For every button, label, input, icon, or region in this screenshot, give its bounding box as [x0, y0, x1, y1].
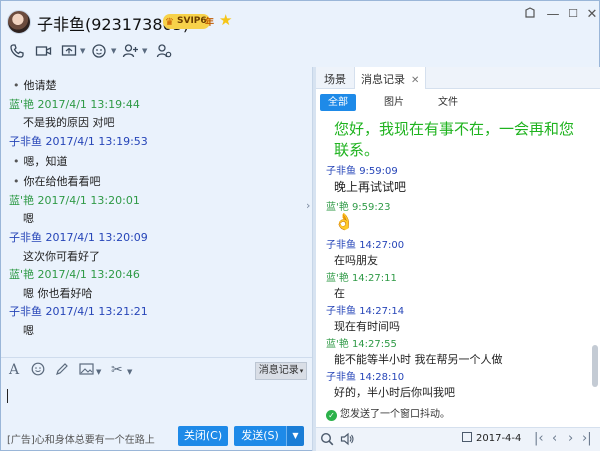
- date-picker[interactable]: 2017-4-4: [462, 432, 521, 444]
- message-text: 在: [334, 287, 345, 300]
- message-text: 在吗朋友: [334, 254, 378, 267]
- message-text: 能不能等半小时 我在帮另一个人做: [334, 353, 503, 366]
- video-icon[interactable]: [35, 43, 52, 63]
- app-icon[interactable]: [156, 43, 172, 63]
- filter-all[interactable]: 全部: [320, 94, 356, 111]
- image-icon[interactable]: [79, 362, 94, 380]
- first-page-icon[interactable]: |‹: [534, 431, 544, 446]
- close-icon[interactable]: ✕: [411, 75, 419, 86]
- close-window-button[interactable]: ✕: [583, 7, 600, 22]
- maximize-button[interactable]: ☐: [564, 7, 582, 20]
- scroll-thumb[interactable]: [592, 345, 598, 387]
- input-toolbar: A ▼ ✂ ▼ 消息记录▾: [1, 357, 312, 383]
- last-page-icon[interactable]: ›|: [582, 431, 592, 446]
- font-icon[interactable]: A: [9, 362, 19, 378]
- message-header: 子非鱼 14:28:10: [326, 372, 405, 383]
- chat-toolbar: ▼ ▼ ▼: [1, 41, 301, 65]
- message-text: 现在有时间吗: [334, 320, 400, 333]
- message-history-button[interactable]: 消息记录▾: [255, 362, 307, 380]
- message-header: 子非鱼 2017/4/1 13:19:53: [9, 135, 148, 148]
- chat-message-area[interactable]: 他请楚 蓝'艳 2017/4/1 13:19:44 不是我的原因 对吧 子非鱼 …: [1, 67, 312, 357]
- filter-files[interactable]: 文件: [436, 94, 460, 111]
- chevron-down-icon[interactable]: ▼: [127, 368, 132, 376]
- message-header: 子非鱼 9:59:09: [326, 166, 398, 177]
- minimize-button[interactable]: —: [544, 7, 562, 22]
- share-screen-icon[interactable]: [61, 43, 77, 63]
- ad-link[interactable]: [广告]心和身体总要有一个在路上: [7, 431, 155, 446]
- message-header: 子非鱼 14:27:14: [326, 306, 405, 317]
- message-header: 子非鱼 2017/4/1 13:20:09: [9, 231, 148, 244]
- history-scrollbar[interactable]: [592, 165, 598, 427]
- message-text: 你在给他看看吧: [13, 173, 101, 189]
- message-header: 子非鱼 14:27:00: [326, 240, 405, 251]
- next-page-icon[interactable]: ›: [568, 431, 573, 446]
- avatar[interactable]: [7, 10, 31, 34]
- history-panel: 场景 消息记录 ✕ 全部 图片 文件 您好，我现在有事不在，一会再和您联系。 子非…: [316, 67, 600, 451]
- chevron-down-icon[interactable]: ▼: [111, 47, 116, 55]
- chevron-right-icon[interactable]: ›: [306, 199, 310, 212]
- message-header: 蓝'艳 9:59:23: [326, 202, 391, 213]
- calendar-icon: [462, 432, 472, 442]
- message-text: 好的，半小时后你叫我吧: [334, 386, 455, 399]
- emoji-icon[interactable]: [31, 362, 45, 380]
- message-input[interactable]: [1, 383, 312, 423]
- check-icon: ✓: [326, 410, 337, 421]
- crown-icon: ♛: [165, 17, 174, 28]
- chevron-down-icon[interactable]: ▼: [80, 47, 85, 55]
- tab-scene[interactable]: 场景: [324, 71, 346, 87]
- phone-icon[interactable]: [9, 43, 25, 63]
- message-text: 嗯: [23, 212, 34, 225]
- message-header: 子非鱼 2017/4/1 13:21:21: [9, 305, 148, 318]
- send-button[interactable]: 发送(S): [234, 426, 286, 446]
- skin-icon[interactable]: [521, 7, 539, 23]
- tab-message-history[interactable]: 消息记录 ✕: [354, 67, 427, 89]
- search-icon[interactable]: [320, 432, 334, 450]
- message-text: 他请楚: [13, 77, 57, 93]
- close-button[interactable]: 关闭(C): [178, 426, 228, 446]
- message-header: 蓝'艳 2017/4/1 13:19:44: [9, 98, 140, 111]
- filter-images[interactable]: 图片: [382, 94, 406, 111]
- prev-page-icon[interactable]: ‹: [552, 431, 557, 446]
- message-header: 蓝'艳 14:27:11: [326, 273, 397, 284]
- message-text: 嗯 你也看好哈: [23, 287, 93, 300]
- chat-window: 子非鱼(923173805) ♛ SVIP6 年 ★ — ☐ ✕ ▼ ▼ ▼ •…: [0, 0, 600, 451]
- history-message-list[interactable]: 您好，我现在有事不在，一会再和您联系。 子非鱼 9:59:09 晚上再试试吧 蓝…: [316, 115, 600, 427]
- message-header: 蓝'艳 14:27:55: [326, 339, 397, 350]
- pen-icon[interactable]: [55, 362, 69, 380]
- add-contact-icon[interactable]: [122, 43, 139, 63]
- message-header: 蓝'艳 2017/4/1 13:20:46: [9, 268, 140, 281]
- send-options-button[interactable]: ▼: [286, 426, 304, 446]
- remote-assist-icon[interactable]: [91, 43, 107, 63]
- svip-year-badge: 年: [205, 18, 215, 28]
- speaker-icon[interactable]: [340, 432, 355, 450]
- message-text: 这次你可看好了: [23, 250, 100, 263]
- send-bar: [广告]心和身体总要有一个在路上 关闭(C) 发送(S) ▼: [1, 423, 312, 451]
- message-text: 嗯: [23, 324, 34, 337]
- message-text: 嗯，知道: [13, 153, 68, 169]
- message-header: 蓝'艳 2017/4/1 13:20:01: [9, 194, 140, 207]
- message-text: 晚上再试试吧: [334, 180, 407, 194]
- text-cursor: [7, 389, 8, 403]
- message-text: 不是我的原因 对吧: [23, 116, 115, 129]
- star-icon[interactable]: ★: [219, 11, 232, 29]
- history-filters: 全部 图片 文件: [316, 90, 600, 114]
- title-bar: 子非鱼(923173805) ♛ SVIP6 年 ★ — ☐ ✕: [1, 1, 599, 41]
- chevron-down-icon[interactable]: ▼: [96, 368, 101, 376]
- auto-reply-message: 您好，我现在有事不在，一会再和您联系。: [334, 120, 575, 159]
- history-tabs: 场景 消息记录 ✕: [316, 67, 600, 89]
- ok-hand-sticker: 👌: [334, 212, 354, 231]
- chevron-down-icon[interactable]: ▼: [142, 47, 147, 55]
- history-bottom-bar: 2017-4-4 |‹ ‹ › ›|: [316, 427, 600, 451]
- svip-badge[interactable]: ♛ SVIP6: [163, 14, 210, 29]
- window-shake-notice: ✓ 您发送了一个窗口抖动。: [326, 405, 450, 421]
- scissors-icon[interactable]: ✂: [111, 362, 123, 378]
